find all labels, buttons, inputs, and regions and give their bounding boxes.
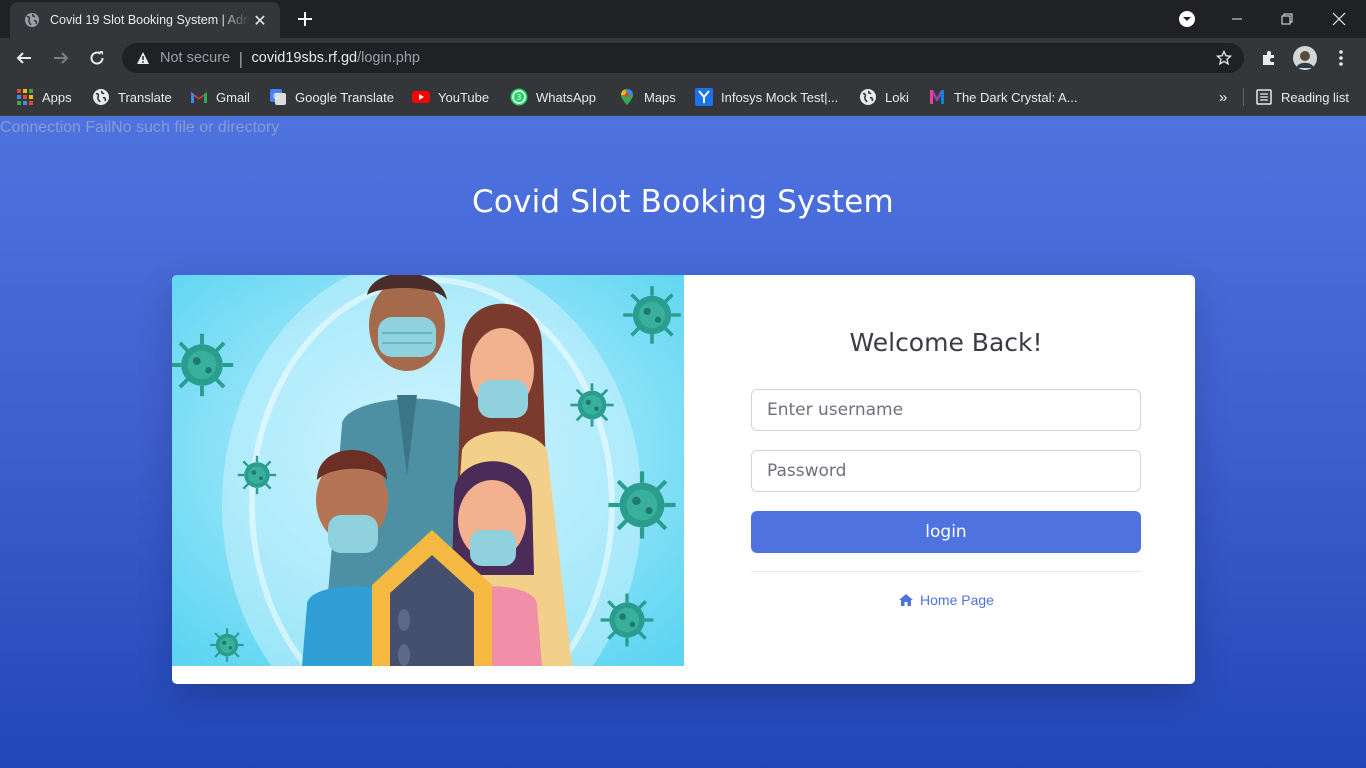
extensions-puzzle-icon[interactable] [1257, 46, 1281, 70]
tab-title: Covid 19 Slot Booking System | Admin [50, 13, 250, 27]
bookmark-label: Apps [42, 89, 72, 105]
bookmark-gmail[interactable]: Gmail [190, 86, 250, 108]
page-title: Covid Slot Booking System [472, 184, 894, 220]
bookmarks-divider [1243, 88, 1244, 106]
globe-icon [860, 89, 876, 105]
bookmark-label: The Dark Crystal: A... [954, 89, 1078, 105]
y-logo-icon [695, 88, 713, 106]
bookmark-google-translate[interactable]: G Google Translate [269, 86, 394, 108]
bookmarks-overflow-button[interactable]: » [1219, 86, 1227, 108]
home-icon [899, 594, 914, 606]
bookmark-label: Maps [644, 89, 676, 105]
bookmark-label: WhatsApp [536, 89, 596, 105]
bookmark-label: YouTube [438, 89, 490, 105]
connection-error-text: Connection FailNo such file or directory [0, 119, 280, 136]
forward-icon[interactable] [49, 46, 73, 70]
browser-tab-strip: Covid 19 Slot Booking System | Admin ✕ [0, 0, 1366, 38]
browser-tab[interactable]: Covid 19 Slot Booking System | Admin ✕ [10, 2, 280, 38]
bookmarks-bar: Apps Translate Gmail G Google Translate … [0, 78, 1366, 116]
google-translate-icon: G [270, 89, 286, 105]
url-path: /login.php [357, 50, 420, 66]
url-host: covid19sbs.rf.gd [251, 50, 358, 66]
m-logo-icon [930, 90, 944, 104]
home-page-link[interactable]: Home Page [751, 592, 1141, 608]
bookmark-whatsapp[interactable]: 3 WhatsApp [510, 86, 596, 108]
welcome-heading: Welcome Back! [849, 328, 1043, 357]
close-window-icon[interactable] [1314, 0, 1364, 38]
minimize-icon[interactable] [1212, 0, 1262, 38]
family-with-masks-illustration [172, 275, 684, 666]
password-input[interactable] [751, 450, 1141, 492]
bookmark-translate[interactable]: Translate [92, 86, 172, 108]
bookmark-youtube[interactable]: YouTube [412, 86, 489, 108]
bookmark-label: Infosys Mock Test|... [721, 89, 839, 105]
bookmark-apps[interactable]: Apps [16, 86, 72, 108]
bookmark-label: Translate [118, 89, 172, 105]
bookmark-label: Google Translate [295, 89, 395, 105]
bookmark-maps[interactable]: Maps [618, 86, 676, 108]
warning-icon [137, 52, 149, 64]
bookmark-label: Gmail [216, 89, 250, 105]
reading-list-button[interactable]: Reading list [1255, 86, 1349, 108]
address-bar[interactable]: Not secure | covid19sbs.rf.gd/login.php [122, 43, 1244, 73]
svg-text:G: G [273, 92, 279, 101]
page-content: Connection FailNo such file or directory… [0, 116, 1366, 768]
reading-list-icon [1256, 89, 1272, 105]
home-page-label: Home Page [920, 592, 994, 608]
avatar[interactable] [1293, 46, 1317, 70]
reload-icon[interactable] [85, 46, 109, 70]
apps-grid-icon [17, 89, 33, 105]
close-tab-icon[interactable]: ✕ [250, 11, 270, 30]
whatsapp-icon: 3 [510, 88, 528, 106]
login-button[interactable]: login [751, 511, 1141, 553]
new-tab-icon[interactable] [294, 8, 316, 30]
bookmark-infosys-mock-test[interactable]: Infosys Mock Test|... [695, 86, 838, 108]
restore-icon[interactable] [1262, 0, 1312, 38]
bookmark-label: Loki [885, 89, 909, 105]
gmail-icon [191, 92, 207, 103]
username-input[interactable] [751, 389, 1141, 431]
back-icon[interactable] [12, 46, 36, 70]
form-divider [751, 571, 1141, 572]
whatsapp-badge-count: 3 [516, 93, 521, 102]
bookmark-star-icon[interactable] [1216, 50, 1232, 66]
browser-toolbar: Not secure | covid19sbs.rf.gd/login.php [0, 38, 1366, 78]
login-card: Welcome Back! login Home Page [172, 275, 1195, 684]
browser-menu-icon[interactable] [1329, 46, 1353, 70]
overflow-chevron-icon: » [1219, 88, 1228, 106]
bookmark-dark-crystal[interactable]: The Dark Crystal: A... [928, 86, 1078, 108]
globe-icon [25, 13, 39, 27]
profile-menu-icon[interactable] [1162, 0, 1212, 38]
maps-pin-icon [621, 89, 633, 105]
reading-list-label: Reading list [1281, 89, 1349, 105]
address-separator: | [238, 48, 244, 68]
security-label[interactable]: Not secure [160, 50, 230, 66]
youtube-icon [412, 91, 430, 103]
bookmark-loki[interactable]: Loki [859, 86, 909, 108]
globe-icon [93, 89, 109, 105]
